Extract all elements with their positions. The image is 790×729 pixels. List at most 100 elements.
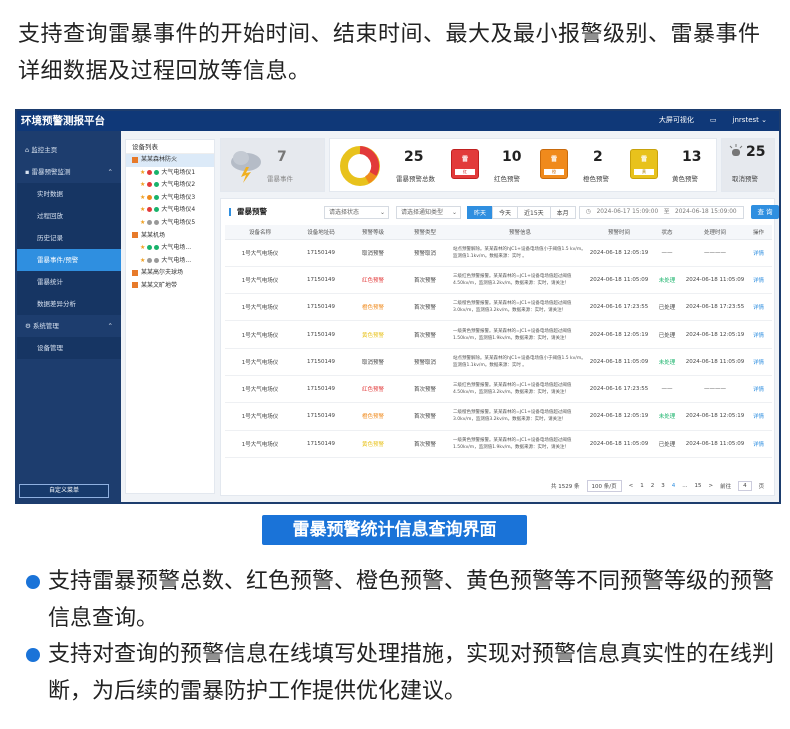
user-menu[interactable]: jnrstest ⌄ — [733, 116, 767, 124]
cell-name: 1号大气电场仪 — [225, 375, 295, 404]
table-row: 1号大气电场仪 17150149 取消预警 预警取消 站点预警解除。某某森林的hJC1+… — [225, 239, 772, 267]
range-yesterday[interactable]: 昨天 — [467, 206, 494, 219]
cell-info: 三级红色预警报警。某某森林的=JC1+设备电场值超过阈值4.50kv/m，监测值… — [451, 375, 589, 404]
date-range-picker[interactable]: ◷ 2024-06-17 15:09:00 至 2024-06-18 15:09… — [579, 206, 744, 219]
cell-addr: 17150149 — [295, 348, 347, 376]
cell-op[interactable]: 详情 — [745, 375, 772, 404]
cell-name: 1号大气电场仪 — [225, 266, 295, 295]
bullet-item: 支持对查询的预警信息在线填写处理措施，实现对预警信息真实性的在线判断，为后续的雷… — [20, 636, 780, 710]
column-header: 预警时间 — [589, 225, 649, 240]
clock-icon: ◷ — [586, 209, 592, 215]
table-row: 1号大气电场仪 17150149 黄色预警 首次预警 一级黄色预警报警。某某森林的=JC… — [225, 430, 772, 458]
page-4[interactable]: 4 — [672, 483, 676, 489]
tree-group[interactable]: 某某森林防火 — [126, 154, 214, 167]
cell-op[interactable]: 详情 — [745, 320, 772, 349]
tree-leaf[interactable]: ★ 大气电场... — [126, 242, 214, 255]
tree-leaf[interactable]: ★ 大气电场仪3 — [126, 192, 214, 205]
cell-op[interactable]: 详情 — [745, 402, 772, 431]
column-header: 预警类型 — [399, 225, 451, 240]
sidebar-item-devices[interactable]: 设备管理 — [17, 337, 121, 359]
event-card[interactable]: 7 雷暴事件 — [220, 138, 325, 192]
tree-group[interactable]: 某某文旷地带 — [126, 280, 214, 293]
warning-summary-card: 25 雷暴预警总数 雷红 10 红色预警 雷橙 2 橙色预警 雷黄 13 黄色预… — [329, 138, 717, 192]
sidebar-item-diff[interactable]: 数据差异分析 — [17, 293, 121, 315]
cell-op[interactable]: 详情 — [745, 348, 772, 376]
sidebar-item-home[interactable]: ⌂ 监控主页 — [17, 139, 121, 161]
custom-menu-button[interactable]: 自定义菜单 — [19, 484, 109, 498]
cell-addr: 17150149 — [295, 293, 347, 322]
cell-name: 1号大气电场仪 — [225, 348, 295, 376]
cell-op[interactable]: 详情 — [745, 430, 772, 458]
page-1[interactable]: 1 — [640, 483, 644, 489]
pagination: 共 1529 条 100 条/页 < 1 2 3 4 ... 15 > 前往 4… — [551, 480, 764, 492]
cell-time: 2024-06-18 12:05:19 — [589, 239, 649, 267]
grid-icon: ▪ — [25, 168, 30, 176]
cell-op[interactable]: 详情 — [745, 239, 772, 267]
query-button[interactable]: 查 询 — [751, 205, 779, 219]
next-page[interactable]: > — [708, 483, 713, 489]
cell-time: 2024-06-16 17:23:55 — [589, 293, 649, 322]
tree-leaf[interactable]: ★ 大气电场仪2 — [126, 179, 214, 192]
sidebar-item-history[interactable]: 历史记录 — [17, 227, 121, 249]
big-screen-link[interactable]: 大屏可视化 — [659, 115, 694, 125]
page-15[interactable]: 15 — [694, 483, 701, 489]
tree-leaf[interactable]: ★ 大气电场仪1 — [126, 167, 214, 180]
cell-addr: 17150149 — [295, 239, 347, 267]
prev-page[interactable]: < — [629, 483, 634, 489]
range-today[interactable]: 今天 — [492, 206, 519, 219]
table-row: 1号大气电场仪 17150149 橙色预警 首次预警 二级橙色预警报警。某某森林的=JC… — [225, 402, 772, 431]
message-icon[interactable]: ▭ — [710, 116, 717, 124]
sidebar-item-events[interactable]: 雷暴事件/预警 — [17, 249, 121, 271]
cell-addr: 17150149 — [295, 430, 347, 458]
table-row: 1号大气电场仪 17150149 取消预警 预警取消 站点预警解除。某某森林的hJC1+… — [225, 348, 772, 376]
notify-type-select[interactable]: 请选择通知类型 ⌄ — [396, 206, 461, 219]
cell-status: 未处理 — [649, 266, 685, 295]
bullet-dot-icon — [26, 575, 40, 589]
cell-type: 首次预警 — [399, 430, 451, 458]
top-bar: 环境预警测报平台 大屏可视化 ▭ jnrstest ⌄ — [17, 111, 779, 131]
sidebar-item-playback[interactable]: 过程回放 — [17, 205, 121, 227]
thunder-cloud-icon — [231, 151, 261, 183]
tree-leaf[interactable]: ★ 大气电场... — [126, 255, 214, 268]
cell-info: 站点预警解除。某某森林的hJC1+设备电场值小于阈值1.5 kv/m。监测值1.… — [451, 348, 589, 376]
goto-label: 前往 — [720, 484, 732, 490]
cell-level: 取消预警 — [347, 348, 399, 376]
cell-level: 取消预警 — [347, 239, 399, 267]
cell-handled: ———— — [685, 239, 745, 267]
page-ellipsis[interactable]: ... — [682, 483, 687, 489]
page-size-select[interactable]: 100 条/页 — [586, 480, 622, 492]
cell-info: 三级红色预警报警。某某森林的=JC1+设备电场值超过阈值4.50kv/m，监测值… — [451, 266, 589, 295]
sidebar-item-realtime[interactable]: 实时数据 — [17, 183, 121, 205]
cell-level: 橙色预警 — [347, 293, 399, 322]
cell-addr: 17150149 — [295, 320, 347, 349]
tree-leaf[interactable]: ★ 大气电场仪4 — [126, 204, 214, 217]
sidebar-item-stats[interactable]: 雷暴统计 — [17, 271, 121, 293]
status-select[interactable]: 请选择状态 ⌄ — [324, 206, 389, 219]
cell-handled: 2024-06-18 12:05:19 — [685, 402, 745, 431]
range-month[interactable]: 本月 — [549, 206, 576, 219]
tree-group[interactable]: 某某机场 — [126, 230, 214, 243]
column-header: 预警等级 — [347, 225, 399, 240]
tree-group[interactable]: 某某高尔夫球场 — [126, 267, 214, 280]
cell-op[interactable]: 详情 — [745, 266, 772, 295]
cell-level: 红色预警 — [347, 375, 399, 404]
cell-handled: 2024-06-18 11:05:09 — [685, 266, 745, 295]
page-2[interactable]: 2 — [651, 483, 655, 489]
cell-time: 2024-06-18 12:05:19 — [589, 320, 649, 349]
sidebar-item-system[interactable]: ⚙ 系统管理 ⌃ — [17, 315, 121, 337]
cell-type: 首次预警 — [399, 320, 451, 349]
sidebar-item-monitor[interactable]: ▪ 雷暴预警监测 ⌃ — [17, 161, 121, 183]
cell-info: 一级黄色预警报警。某某森林的=JC1+设备电场值超过阈值1.50kv/m，监测值… — [451, 320, 589, 349]
cell-status: —— — [649, 239, 685, 267]
range-15days[interactable]: 近15天 — [517, 206, 551, 219]
panel-title: 雷暴预警 — [229, 208, 267, 216]
cell-handled: 2024-06-18 17:23:55 — [685, 293, 745, 322]
cancel-card[interactable]: 25 取消预警 — [721, 138, 775, 192]
cell-handled: 2024-06-18 11:05:09 — [685, 430, 745, 458]
goto-input[interactable]: 4 — [738, 481, 752, 491]
tree-leaf[interactable]: ★ 大气电场仪5 — [126, 217, 214, 230]
column-header: 预警信息 — [451, 225, 589, 240]
device-tree-title: 设备列表 — [126, 140, 214, 154]
page-3[interactable]: 3 — [661, 483, 665, 489]
cell-op[interactable]: 详情 — [745, 293, 772, 322]
